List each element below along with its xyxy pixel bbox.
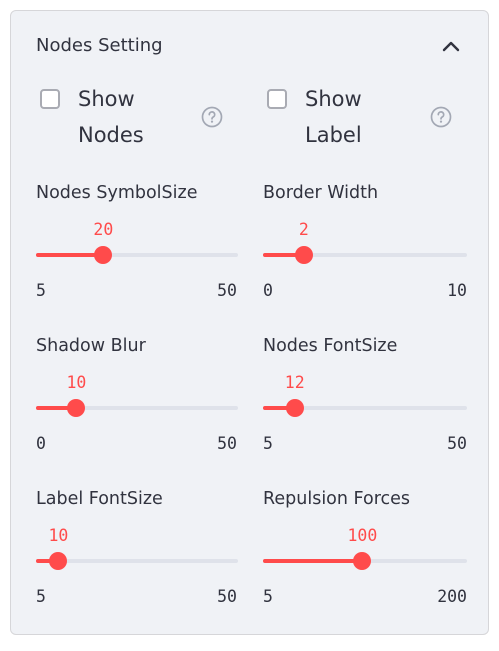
slider-value: 100 [347,526,378,545]
slider-max: 200 [437,587,467,606]
slider-label: Border Width [263,183,379,203]
slider-thumb[interactable] [294,246,313,264]
slider-value: 10 [66,373,87,392]
slider-max: 50 [447,434,467,453]
slider-label: Nodes SymbolSize [36,183,198,203]
slider-value: 20 [93,220,114,239]
slider-max: 50 [217,587,237,606]
slider-label: Label FontSize [36,489,163,509]
panel-title[interactable]: Nodes Setting [36,35,163,56]
slider-value: 10 [48,526,69,545]
slider-max: 50 [217,434,237,453]
border-width-slider[interactable] [263,246,467,264]
slider-min: 5 [263,587,273,606]
show-nodes-checkbox[interactable]: Show Nodes [40,87,190,149]
show-label-label: Show Label [305,87,362,147]
slider-min: 5 [263,434,273,453]
slider-fill [263,559,363,563]
slider-label: Shadow Blur [36,336,146,356]
shadow-blur-slider[interactable] [36,399,238,417]
slider-min: 5 [36,281,46,300]
slider-value: 2 [298,220,309,239]
slider-thumb[interactable] [49,552,68,570]
nodes-symbolsize-slider[interactable] [36,246,238,264]
slider-fill [36,253,104,257]
slider-thumb[interactable] [353,552,372,570]
slider-min: 0 [263,281,273,300]
chevron-up-icon[interactable] [439,35,463,59]
question-circle-icon[interactable] [430,106,452,128]
repulsion-forces-slider[interactable] [263,552,467,570]
slider-min: 5 [36,587,46,606]
slider-label: Nodes FontSize [263,336,398,356]
nodes-setting-panel: Nodes Setting Show Nodes Show Label Node… [10,10,489,635]
slider-min: 0 [36,434,46,453]
slider-thumb[interactable] [67,399,86,417]
question-circle-icon[interactable] [201,106,223,128]
slider-max: 10 [447,281,467,300]
slider-max: 50 [217,281,237,300]
slider-thumb[interactable] [94,246,113,264]
slider-thumb[interactable] [285,399,304,417]
show-label-checkbox-box[interactable] [267,89,287,109]
slider-label: Repulsion Forces [263,489,411,509]
show-label-checkbox[interactable]: Show Label [267,87,417,149]
label-fontsize-slider[interactable] [36,552,238,570]
slider-value: 12 [284,373,305,392]
show-nodes-checkbox-box[interactable] [40,89,60,109]
show-nodes-label: Show Nodes [78,87,144,147]
nodes-fontsize-slider[interactable] [263,399,467,417]
